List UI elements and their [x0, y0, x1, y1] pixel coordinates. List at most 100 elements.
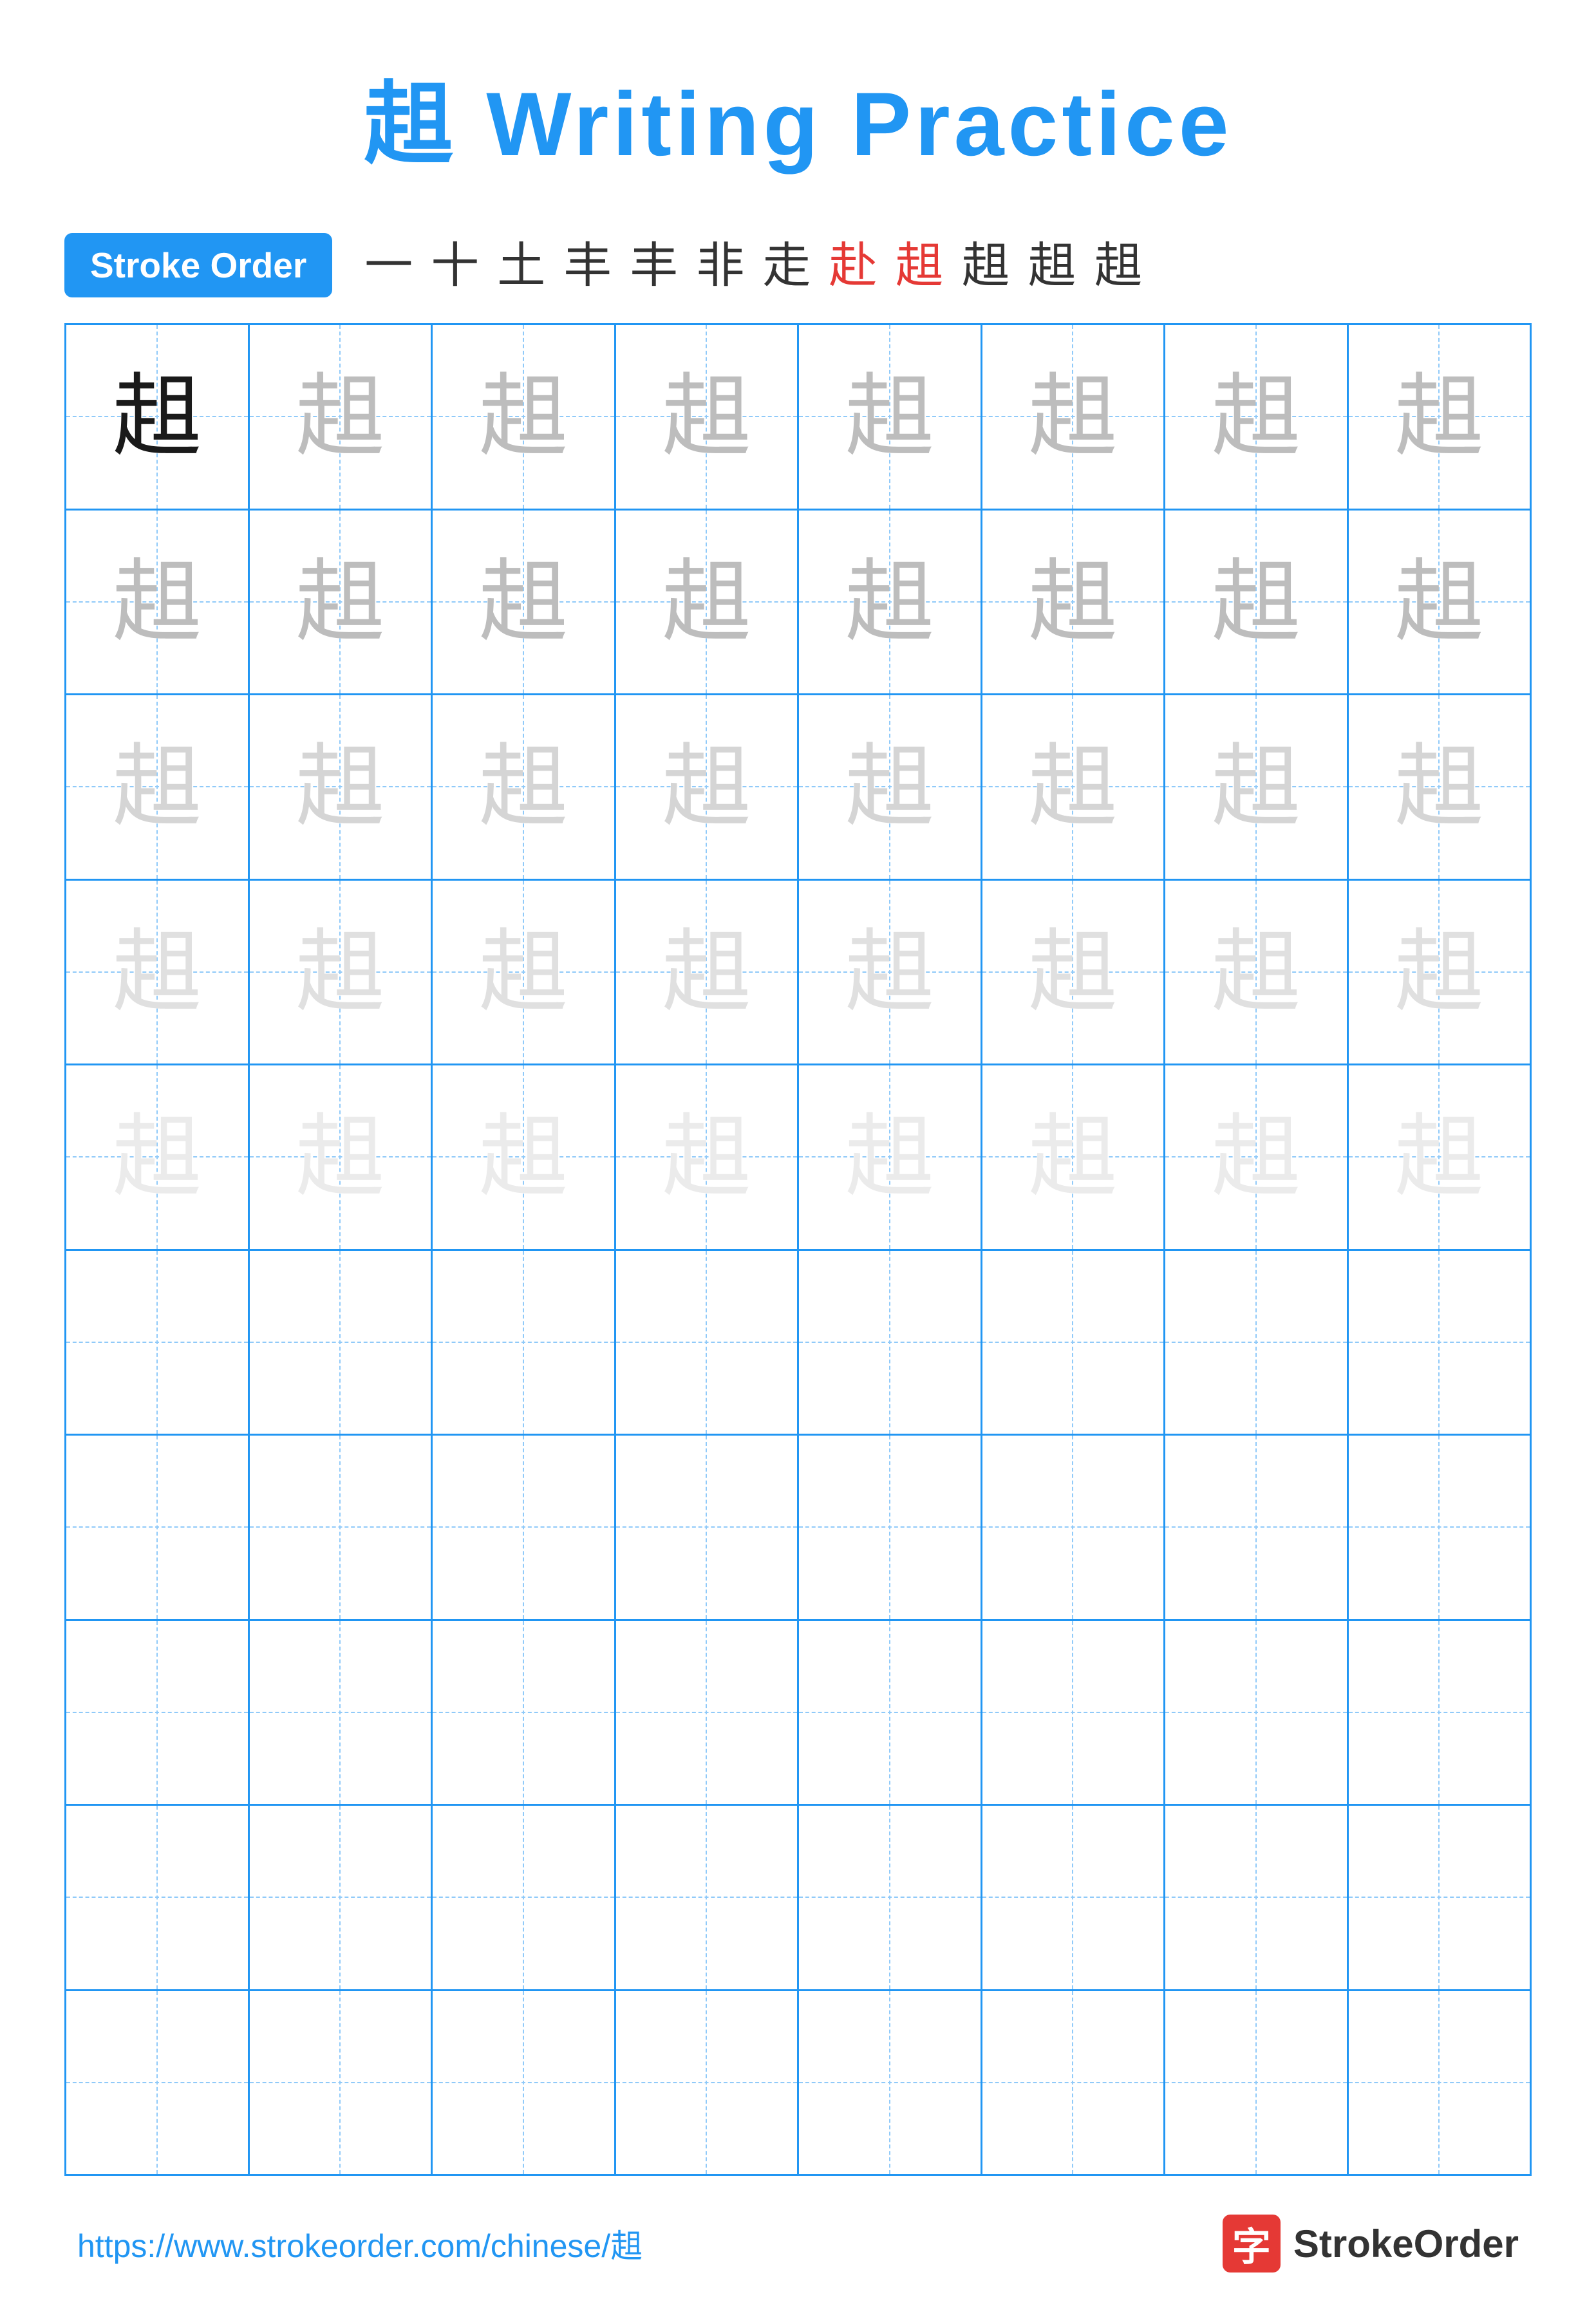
cell-1-8[interactable]: 趄 [1349, 325, 1530, 509]
cell-9-5[interactable] [799, 1806, 982, 1989]
cell-3-8[interactable]: 趄 [1349, 695, 1530, 879]
cell-1-7[interactable]: 趄 [1165, 325, 1349, 509]
cell-2-7[interactable]: 趄 [1165, 511, 1349, 694]
cell-4-5[interactable]: 趄 [799, 881, 982, 1064]
cell-6-8[interactable] [1349, 1251, 1530, 1434]
char-dark: 趄 [112, 371, 202, 462]
char-med: 趄 [1211, 557, 1301, 647]
cell-9-8[interactable] [1349, 1806, 1530, 1989]
stroke-7: 走 [762, 241, 811, 290]
cell-2-2[interactable]: 趄 [250, 511, 433, 694]
cell-10-1[interactable] [66, 1991, 250, 2175]
cell-2-3[interactable]: 趄 [433, 511, 616, 694]
char-vlight: 趄 [661, 927, 751, 1017]
char-vlight: 趄 [845, 927, 935, 1017]
cell-3-7[interactable]: 趄 [1165, 695, 1349, 879]
cell-4-6[interactable]: 趄 [982, 881, 1166, 1064]
cell-4-8[interactable]: 趄 [1349, 881, 1530, 1064]
cell-10-2[interactable] [250, 1991, 433, 2175]
cell-6-2[interactable] [250, 1251, 433, 1434]
cell-3-6[interactable]: 趄 [982, 695, 1166, 879]
cell-7-7[interactable] [1165, 1436, 1349, 1619]
cell-9-6[interactable] [982, 1806, 1166, 1989]
cell-8-1[interactable] [66, 1621, 250, 1804]
cell-8-4[interactable] [616, 1621, 800, 1804]
char-vlight: 趄 [1028, 927, 1118, 1017]
cell-1-4[interactable]: 趄 [616, 325, 800, 509]
cell-3-5[interactable]: 趄 [799, 695, 982, 879]
cell-4-4[interactable]: 趄 [616, 881, 800, 1064]
char-med: 趄 [661, 557, 751, 647]
cell-9-4[interactable] [616, 1806, 800, 1989]
cell-3-4[interactable]: 趄 [616, 695, 800, 879]
cell-3-2[interactable]: 趄 [250, 695, 433, 879]
cell-5-2[interactable]: 趄 [250, 1065, 433, 1249]
char-light: 趄 [478, 742, 568, 832]
cell-3-3[interactable]: 趄 [433, 695, 616, 879]
cell-1-2[interactable]: 趄 [250, 325, 433, 509]
cell-5-1[interactable]: 趄 [66, 1065, 250, 1249]
cell-4-3[interactable]: 趄 [433, 881, 616, 1064]
cell-6-6[interactable] [982, 1251, 1166, 1434]
cell-5-3[interactable]: 趄 [433, 1065, 616, 1249]
cell-10-5[interactable] [799, 1991, 982, 2175]
cell-4-2[interactable]: 趄 [250, 881, 433, 1064]
cell-4-1[interactable]: 趄 [66, 881, 250, 1064]
cell-3-1[interactable]: 趄 [66, 695, 250, 879]
cell-7-2[interactable] [250, 1436, 433, 1619]
footer: https://www.strokeorder.com/chinese/趄 字 … [64, 2215, 1532, 2272]
cell-2-5[interactable]: 趄 [799, 511, 982, 694]
cell-9-7[interactable] [1165, 1806, 1349, 1989]
cell-5-6[interactable]: 趄 [982, 1065, 1166, 1249]
cell-6-7[interactable] [1165, 1251, 1349, 1434]
cell-10-3[interactable] [433, 1991, 616, 2175]
cell-7-8[interactable] [1349, 1436, 1530, 1619]
cell-2-8[interactable]: 趄 [1349, 511, 1530, 694]
cell-9-2[interactable] [250, 1806, 433, 1989]
cell-5-4[interactable]: 趄 [616, 1065, 800, 1249]
grid-row-9 [66, 1806, 1530, 1991]
cell-9-1[interactable] [66, 1806, 250, 1989]
cell-1-3[interactable]: 趄 [433, 325, 616, 509]
cell-10-8[interactable] [1349, 1991, 1530, 2175]
cell-10-6[interactable] [982, 1991, 1166, 2175]
cell-1-1[interactable]: 趄 [66, 325, 250, 509]
cell-2-4[interactable]: 趄 [616, 511, 800, 694]
cell-7-3[interactable] [433, 1436, 616, 1619]
cell-8-5[interactable] [799, 1621, 982, 1804]
cell-7-6[interactable] [982, 1436, 1166, 1619]
cell-10-7[interactable] [1165, 1991, 1349, 2175]
cell-7-4[interactable] [616, 1436, 800, 1619]
cell-8-3[interactable] [433, 1621, 616, 1804]
cell-8-8[interactable] [1349, 1621, 1530, 1804]
cell-6-1[interactable] [66, 1251, 250, 1434]
cell-8-7[interactable] [1165, 1621, 1349, 1804]
cell-9-3[interactable] [433, 1806, 616, 1989]
cell-10-4[interactable] [616, 1991, 800, 2175]
cell-5-5[interactable]: 趄 [799, 1065, 982, 1249]
stroke-4: 丰 [563, 241, 612, 290]
char-ulight: 趄 [1211, 1112, 1301, 1202]
cell-7-1[interactable] [66, 1436, 250, 1619]
cell-2-1[interactable]: 趄 [66, 511, 250, 694]
page-title: 趄 Writing Practice [363, 52, 1232, 182]
cell-6-5[interactable] [799, 1251, 982, 1434]
cell-7-5[interactable] [799, 1436, 982, 1619]
cell-5-8[interactable]: 趄 [1349, 1065, 1530, 1249]
cell-6-4[interactable] [616, 1251, 800, 1434]
char-light: 趄 [845, 742, 935, 832]
char-med: 趄 [845, 371, 935, 462]
footer-url[interactable]: https://www.strokeorder.com/chinese/趄 [77, 2220, 643, 2267]
cell-5-7[interactable]: 趄 [1165, 1065, 1349, 1249]
grid-row-4: 趄 趄 趄 趄 趄 趄 趄 趄 [66, 881, 1530, 1066]
cell-2-6[interactable]: 趄 [982, 511, 1166, 694]
char-light: 趄 [1394, 742, 1484, 832]
cell-1-5[interactable]: 趄 [799, 325, 982, 509]
grid-row-2: 趄 趄 趄 趄 趄 趄 趄 趄 [66, 511, 1530, 696]
cell-6-3[interactable] [433, 1251, 616, 1434]
cell-8-2[interactable] [250, 1621, 433, 1804]
cell-1-6[interactable]: 趄 [982, 325, 1166, 509]
cell-8-6[interactable] [982, 1621, 1166, 1804]
grid-row-8 [66, 1621, 1530, 1806]
cell-4-7[interactable]: 趄 [1165, 881, 1349, 1064]
